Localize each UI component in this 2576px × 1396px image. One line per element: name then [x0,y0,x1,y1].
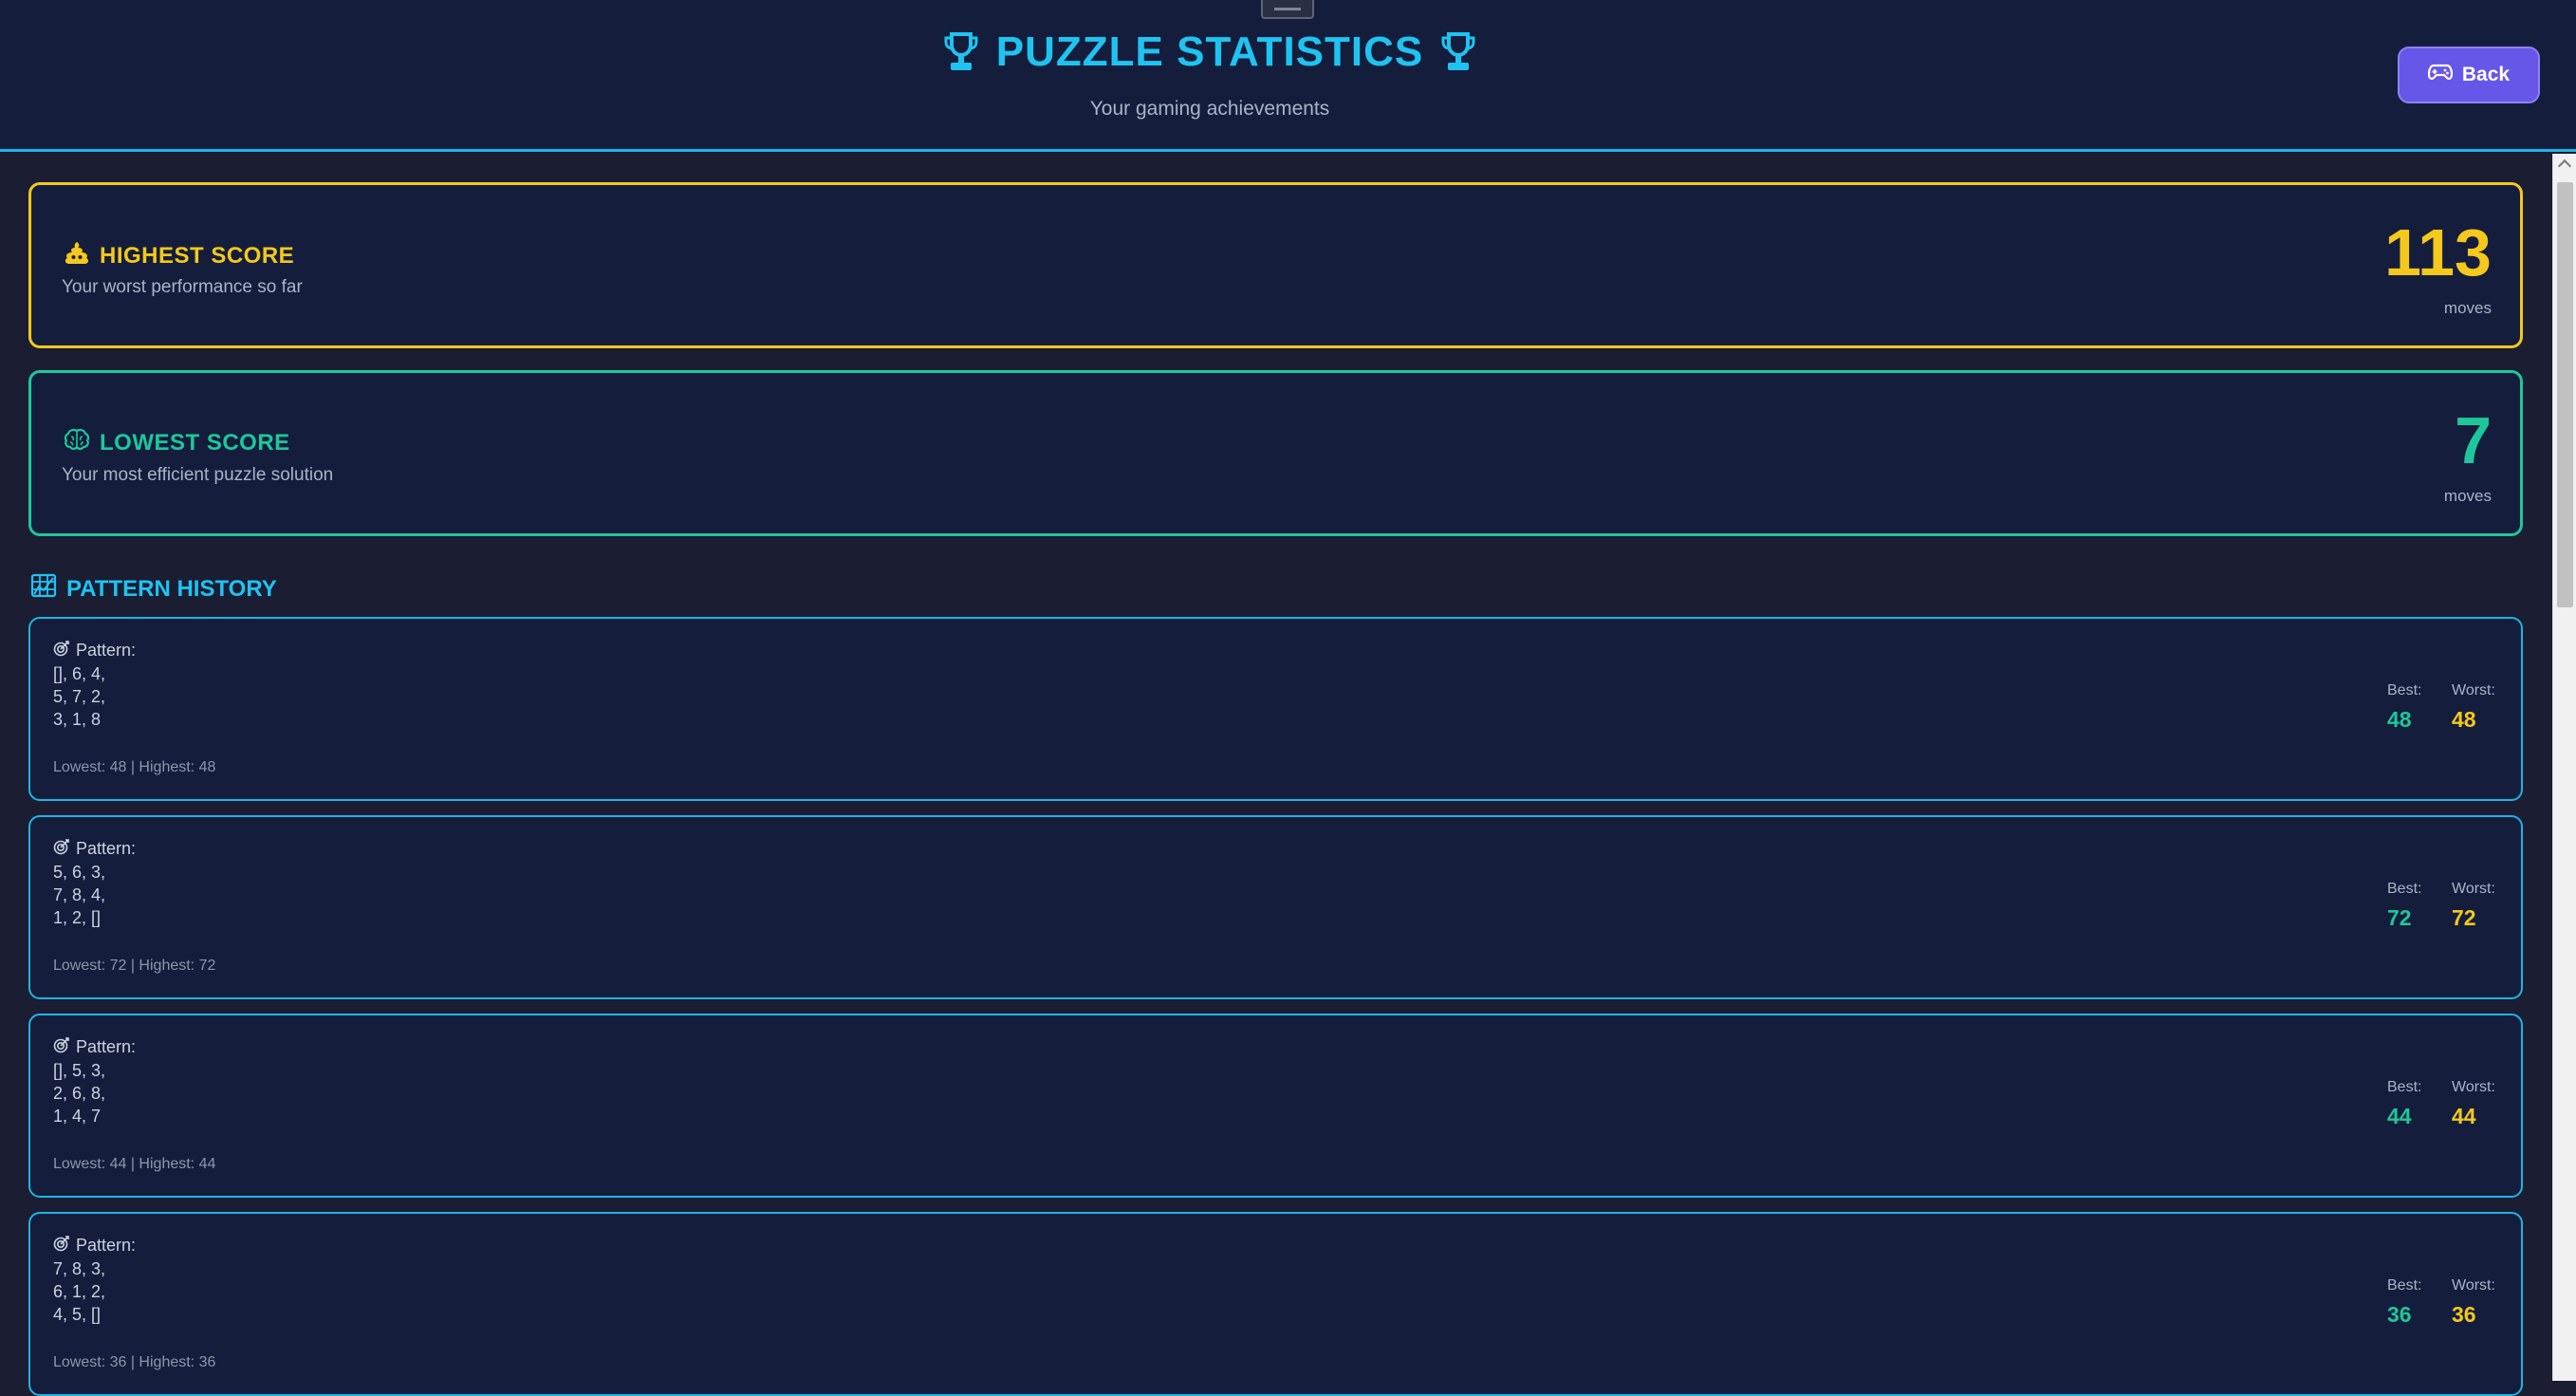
pattern-header: Pattern: [53,640,136,661]
pattern-row: 5, 7, 2, [53,687,106,706]
highest-score-unit: moves [2443,299,2492,317]
drag-handle[interactable] [1261,0,1314,19]
best-label: Best: [2387,1079,2422,1095]
lowest-score-unit: moves [2443,487,2492,505]
best-label: Best: [2387,881,2422,897]
worst-stat: Worst: 48 [2452,682,2495,733]
worst-stat: Worst: 36 [2452,1277,2495,1328]
highest-score-description: Your worst performance so far [62,277,303,297]
best-value: 44 [2387,1104,2412,1128]
lowest-score-heading: LOWEST SCORE [64,428,290,457]
target-icon [53,838,70,860]
worst-stat: Worst: 44 [2452,1079,2495,1129]
pattern-header: Pattern: [53,1235,136,1256]
title-row: PUZZLE STATISTICS [0,28,2419,76]
best-label: Best: [2387,682,2422,698]
pattern-row: 1, 4, 7 [53,1107,102,1126]
best-stat: Best: 36 [2387,1277,2421,1328]
pattern-row: 6, 1, 2, [53,1282,106,1301]
pattern-label: Pattern: [76,641,137,660]
pattern-row: 4, 5, [] [53,1305,102,1324]
best-stat: Best: 72 [2387,881,2421,931]
worst-label: Worst: [2452,881,2495,897]
pattern-row: 7, 8, 4, [53,885,106,904]
target-icon [53,640,70,661]
target-icon [53,1235,70,1256]
pattern-grid: 7, 8, 3, 6, 1, 2, 4, 5, [] [53,1257,105,1326]
scroll-up-icon[interactable] [2557,158,2572,174]
gamepad-icon [2427,63,2453,87]
worst-value: 44 [2452,1104,2476,1128]
brain-icon [64,428,90,457]
pattern-row: 7, 8, 3, [53,1259,106,1278]
scrollbar-thumb[interactable] [2557,182,2573,607]
best-value: 72 [2387,905,2412,930]
pattern-card: Pattern: [], 5, 3, 2, 6, 8, 1, 4, 7 Lowe… [28,1014,2523,1198]
pattern-header: Pattern: [53,838,136,860]
lowest-score-description: Your most efficient puzzle solution [62,465,334,485]
best-stat: Best: 44 [2387,1079,2421,1129]
best-value: 48 [2387,707,2412,732]
trophy-icon [943,31,979,73]
best-label: Best: [2387,1277,2422,1294]
pattern-card: Pattern: 7, 8, 3, 6, 1, 2, 4, 5, [] Lowe… [28,1212,2523,1396]
lowest-score-card: LOWEST SCORE Your most efficient puzzle … [28,370,2523,536]
pattern-history-title: PATTERN HISTORY [66,575,277,602]
header: PUZZLE STATISTICS Your gaming achievemen… [0,0,2576,152]
trophy-icon [1440,31,1476,73]
pattern-row: [], 6, 4, [53,664,106,683]
pattern-row: 5, 6, 3, [53,863,106,882]
worst-value: 36 [2452,1302,2476,1327]
poop-icon [64,240,90,271]
lowest-score-label: LOWEST SCORE [100,429,290,456]
worst-label: Worst: [2452,682,2495,698]
scrollbar[interactable] [2552,154,2576,1381]
grid-icon [30,573,57,605]
back-button[interactable]: Back [2398,47,2540,103]
highest-score-value: 113 [2384,215,2492,289]
worst-label: Worst: [2452,1277,2495,1294]
pattern-grid: 5, 6, 3, 7, 8, 4, 1, 2, [] [53,861,105,929]
highest-score-heading: HIGHEST SCORE [64,240,294,271]
best-stat: Best: 48 [2387,682,2421,733]
worst-stat: Worst: 72 [2452,881,2495,931]
target-icon [53,1036,70,1058]
pattern-row: 2, 6, 8, [53,1084,106,1103]
page-title: PUZZLE STATISTICS [995,28,1424,75]
highest-score-card: HIGHEST SCORE Your worst performance so … [28,182,2523,348]
worst-value: 48 [2452,707,2476,732]
highest-score-label: HIGHEST SCORE [100,242,295,269]
pattern-row: 3, 1, 8 [53,710,102,729]
page-subtitle: Your gaming achievements [1089,98,1330,120]
pattern-label: Pattern: [76,839,137,858]
pattern-row: 1, 2, [] [53,908,102,927]
worst-label: Worst: [2452,1079,2495,1095]
pattern-card: Pattern: [], 6, 4, 5, 7, 2, 3, 1, 8 Lowe… [28,617,2523,801]
best-value: 36 [2387,1302,2412,1327]
pattern-label: Pattern: [76,1236,137,1255]
pattern-header: Pattern: [53,1036,136,1058]
lowest-score-value: 7 [2455,403,2492,477]
pattern-range: Lowest: 48 | Highest: 48 [53,759,216,775]
pattern-grid: [], 6, 4, 5, 7, 2, 3, 1, 8 [53,662,105,731]
pattern-history-heading: PATTERN HISTORY [30,573,277,605]
worst-value: 72 [2452,905,2476,930]
back-button-label: Back [2461,64,2511,85]
pattern-range: Lowest: 44 | Highest: 44 [53,1156,216,1172]
pattern-range: Lowest: 72 | Highest: 72 [53,958,216,974]
pattern-card: Pattern: 5, 6, 3, 7, 8, 4, 1, 2, [] Lowe… [28,815,2523,999]
pattern-row: [], 5, 3, [53,1061,106,1080]
pattern-range: Lowest: 36 | Highest: 36 [53,1354,216,1370]
pattern-label: Pattern: [76,1037,137,1056]
pattern-grid: [], 5, 3, 2, 6, 8, 1, 4, 7 [53,1059,105,1127]
